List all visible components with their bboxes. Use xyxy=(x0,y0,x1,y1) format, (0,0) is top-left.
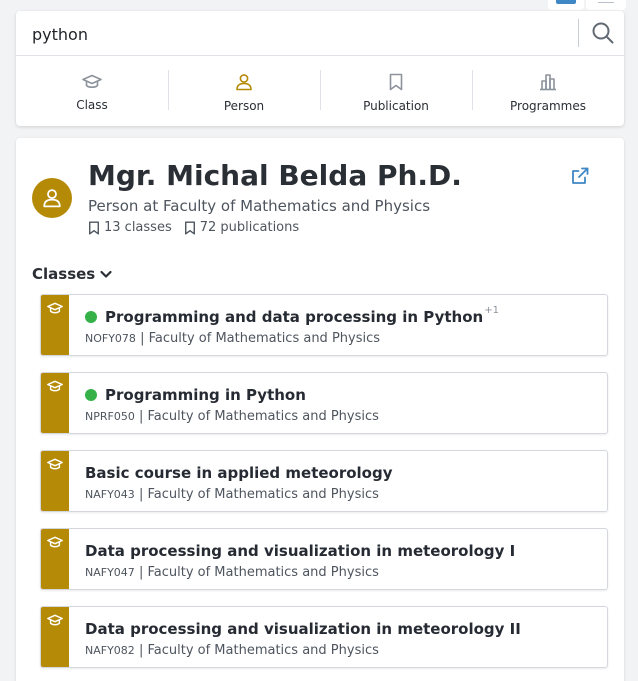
person-role: Person at Faculty of Mathematics and Phy… xyxy=(88,197,431,215)
class-list: Programming and data processing in Pytho… xyxy=(40,294,608,681)
classes-section-toggle[interactable]: Classes xyxy=(32,265,113,283)
list-item[interactable]: Data processing and visualization in met… xyxy=(40,606,608,668)
search-button[interactable] xyxy=(588,19,618,47)
page-title: Mgr. Michal Belda Ph.D. xyxy=(88,159,462,192)
filter-class[interactable]: Class xyxy=(16,56,168,126)
bookmark-icon xyxy=(184,220,195,235)
class-type-stripe xyxy=(41,295,69,355)
status-indicator xyxy=(85,311,97,323)
class-type-stripe xyxy=(41,373,69,433)
meta-separator: | xyxy=(140,331,145,346)
graduation-cap-icon xyxy=(47,380,63,392)
class-title: Data processing and visualization in met… xyxy=(85,620,521,638)
graduation-cap-icon xyxy=(47,614,63,626)
list-item[interactable]: Data processing and visualization in met… xyxy=(40,528,608,590)
list-item[interactable]: Basic course in applied meteorology NAFY… xyxy=(40,450,608,512)
publications-count[interactable]: 72 publications xyxy=(184,220,299,235)
bookmark-icon xyxy=(389,73,403,91)
graduation-cap-icon xyxy=(47,536,63,548)
top-tab[interactable] xyxy=(586,0,626,10)
list-item[interactable]: Programming and data processing in Pytho… xyxy=(40,294,608,356)
class-type-stripe xyxy=(41,529,69,589)
class-code: NPRF050 xyxy=(85,410,135,423)
building-icon xyxy=(540,74,556,91)
graduation-cap-icon xyxy=(82,74,102,89)
class-code: NAFY043 xyxy=(85,488,135,501)
chevron-down-icon xyxy=(100,270,112,278)
top-tab-active[interactable] xyxy=(548,0,584,10)
class-code: NAFY082 xyxy=(85,644,135,657)
filter-publication-label: Publication xyxy=(363,99,429,113)
top-tab-strip xyxy=(0,0,638,10)
status-indicator xyxy=(85,389,97,401)
filter-person-label: Person xyxy=(223,99,265,113)
classes-count[interactable]: 13 classes xyxy=(88,220,172,235)
search-bar xyxy=(16,11,624,56)
class-type-stripe xyxy=(41,451,69,511)
magnifier-icon xyxy=(592,22,614,44)
class-type-stripe xyxy=(41,607,69,667)
filter-person[interactable]: Person xyxy=(168,56,320,126)
graduation-cap-icon xyxy=(47,302,63,314)
class-extra-count: +1 xyxy=(484,304,499,316)
filter-programmes-label: Programmes xyxy=(510,99,586,113)
meta-separator: | xyxy=(138,409,144,424)
class-title: Programming and data processing in Pytho… xyxy=(105,308,484,326)
meta-separator: | xyxy=(138,565,144,580)
meta-separator: | xyxy=(138,487,144,502)
class-faculty: Faculty of Mathematics and Physics xyxy=(147,643,379,658)
filter-programmes[interactable]: Programmes xyxy=(472,56,624,126)
class-faculty: Faculty of Mathematics and Physics xyxy=(147,565,379,580)
filter-publication[interactable]: Publication xyxy=(320,56,472,126)
person-detail-card: Mgr. Michal Belda Ph.D. Person at Facult… xyxy=(16,138,624,681)
class-code: NOFY078 xyxy=(85,332,136,345)
external-link-icon xyxy=(572,167,589,184)
classes-section-title: Classes xyxy=(32,265,96,283)
class-faculty: Faculty of Mathematics and Physics xyxy=(148,331,381,346)
class-faculty: Faculty of Mathematics and Physics xyxy=(147,409,379,424)
search-panel: Class Person Publication Programmes xyxy=(16,11,624,126)
avatar xyxy=(32,178,72,218)
publications-count-label: 72 publications xyxy=(199,220,300,235)
list-item[interactable]: Programming in Python NPRF050 | Faculty … xyxy=(40,372,608,434)
search-input[interactable] xyxy=(32,21,572,47)
classes-count-label: 13 classes xyxy=(104,220,172,235)
class-title: Data processing and visualization in met… xyxy=(85,542,516,560)
meta-separator: | xyxy=(138,643,144,658)
bookmark-icon xyxy=(89,220,99,235)
class-title: Basic course in applied meteorology xyxy=(85,464,393,482)
graduation-cap-icon xyxy=(47,458,63,470)
person-stats: 13 classes 72 publications xyxy=(88,220,311,235)
person-icon xyxy=(43,189,61,208)
filter-class-label: Class xyxy=(76,98,108,112)
search-filters: Class Person Publication Programmes xyxy=(16,56,624,126)
class-code: NAFY047 xyxy=(85,566,135,579)
open-external-link[interactable] xyxy=(570,166,590,186)
person-icon xyxy=(236,74,252,91)
class-faculty: Faculty of Mathematics and Physics xyxy=(147,487,379,502)
class-title: Programming in Python xyxy=(105,386,306,404)
search-divider xyxy=(578,19,579,47)
